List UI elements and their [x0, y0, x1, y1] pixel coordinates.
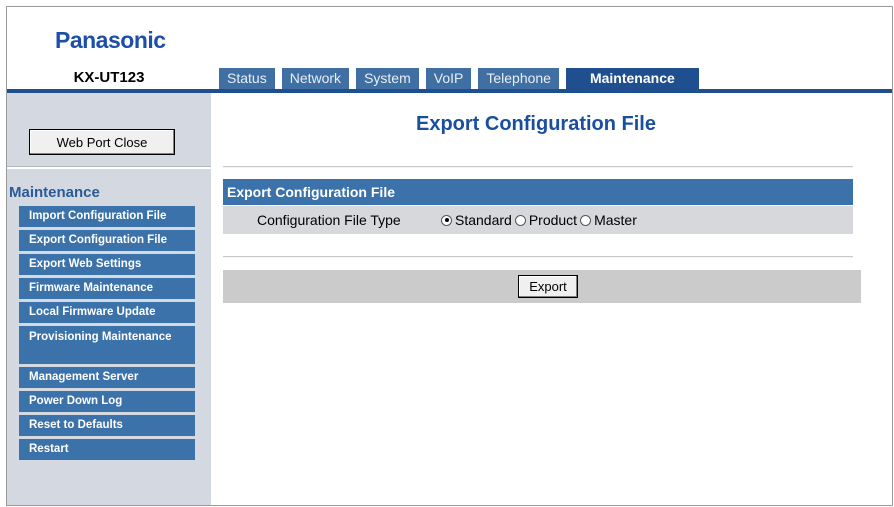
- radio-standard[interactable]: Standard: [441, 212, 512, 228]
- sidebar-item-export-configuration-file[interactable]: Export Configuration File: [19, 230, 195, 251]
- sidebar-item-export-web-settings[interactable]: Export Web Settings: [19, 254, 195, 275]
- sidebar-menu: Import Configuration File Export Configu…: [19, 206, 195, 463]
- tab-system[interactable]: System: [356, 68, 419, 89]
- radio-product-circle[interactable]: [514, 214, 526, 226]
- radio-standard-label: Standard: [455, 212, 512, 228]
- model-name: KX-UT123: [73, 69, 145, 86]
- tab-telephone[interactable]: Telephone: [478, 68, 559, 89]
- sidebar-divider: [7, 166, 211, 169]
- export-button[interactable]: Export: [518, 275, 578, 298]
- radio-master-circle[interactable]: [580, 214, 592, 226]
- sidebar-item-management-server[interactable]: Management Server: [19, 367, 195, 388]
- sidebar-item-reset-to-defaults[interactable]: Reset to Defaults: [19, 415, 195, 436]
- section-header: Export Configuration File: [223, 179, 853, 205]
- web-port-close-button[interactable]: Web Port Close: [29, 129, 175, 155]
- tab-status[interactable]: Status: [219, 68, 275, 89]
- config-file-type-radio-group: Standard Product Master: [441, 206, 640, 234]
- sidebar-item-local-firmware-update[interactable]: Local Firmware Update: [19, 302, 195, 323]
- sidebar-item-firmware-maintenance[interactable]: Firmware Maintenance: [19, 278, 195, 299]
- sidebar: Web Port Close Maintenance Import Config…: [7, 93, 211, 505]
- radio-master-label: Master: [594, 212, 637, 228]
- main-content: Export Configuration File Export Configu…: [211, 93, 892, 505]
- sidebar-item-provisioning-maintenance[interactable]: Provisioning Maintenance: [19, 326, 195, 364]
- sidebar-item-import-configuration-file[interactable]: Import Configuration File: [19, 206, 195, 227]
- page-title: Export Configuration File: [416, 113, 656, 135]
- button-bar: Export: [223, 270, 861, 303]
- radio-master[interactable]: Master: [580, 212, 637, 228]
- radio-standard-circle[interactable]: [441, 214, 452, 226]
- bottom-divider: [223, 256, 853, 258]
- radio-product[interactable]: Product: [514, 212, 578, 228]
- radio-product-label: Product: [528, 212, 578, 228]
- tab-network[interactable]: Network: [281, 68, 350, 89]
- sidebar-item-power-down-log[interactable]: Power Down Log: [19, 391, 195, 412]
- tab-bar: Status Network System VoIP Telephone Mai…: [219, 68, 699, 89]
- config-file-type-row: Configuration File Type Standard Product…: [223, 206, 853, 234]
- brand-logo: Panasonic: [55, 27, 166, 53]
- tab-voip[interactable]: VoIP: [425, 68, 472, 89]
- top-divider: [223, 166, 853, 168]
- tab-maintenance[interactable]: Maintenance: [565, 68, 699, 89]
- sidebar-item-restart[interactable]: Restart: [19, 439, 195, 460]
- config-file-type-label: Configuration File Type: [257, 212, 401, 228]
- app-frame: Panasonic KX-UT123 Status Network System…: [6, 6, 893, 506]
- sidebar-section-title: Maintenance: [9, 184, 100, 201]
